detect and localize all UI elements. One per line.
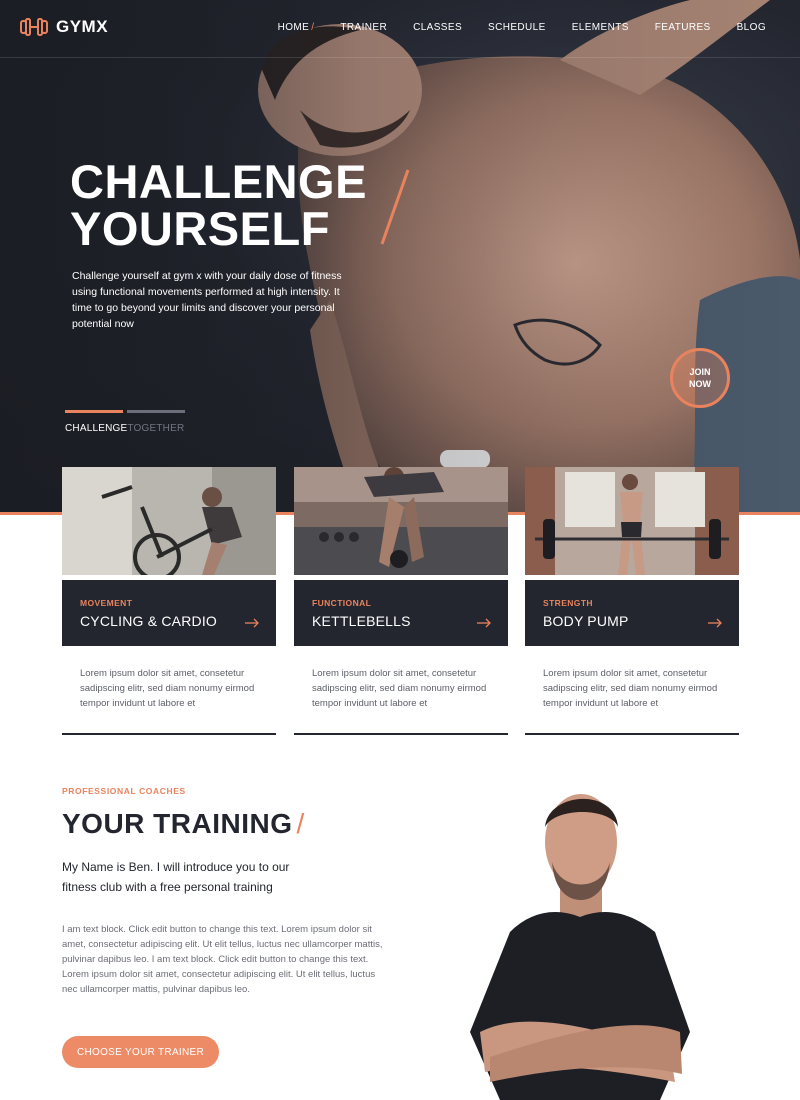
join-now-label: JOIN NOW [689, 367, 711, 389]
card-title: KETTLEBELLS [312, 613, 411, 629]
section-title-text: YOUR TRAINING [62, 808, 293, 839]
card-header: MOVEMENT CYCLING & CARDIO [62, 580, 276, 646]
class-card-body-pump[interactable]: STRENGTH BODY PUMP Lorem ipsum dolor sit… [525, 467, 739, 735]
trainer-image [470, 794, 690, 1100]
card-header: STRENGTH BODY PUMP [525, 580, 739, 646]
card-category: MOVEMENT [80, 598, 133, 608]
nav-item-elements[interactable]: ELEMENTS [572, 22, 629, 33]
tab-together[interactable]: TOGETHER [127, 423, 184, 434]
card-description: Lorem ipsum dolor sit amet, consetetur s… [312, 668, 487, 709]
card-divider [62, 733, 276, 735]
section-title: YOUR TRAINING / [62, 808, 305, 840]
card-divider [525, 733, 739, 735]
card-divider [294, 733, 508, 735]
nav-item-schedule[interactable]: SCHEDULE [488, 22, 546, 33]
choose-trainer-button[interactable]: CHOOSE YOUR TRAINER [62, 1036, 219, 1068]
class-card-kettlebells[interactable]: FUNCTIONAL KETTLEBELLS Lorem ipsum dolor… [294, 467, 508, 735]
top-navigation: GYMX HOME / TRAINER CLASSES SCHEDULE ELEM… [0, 0, 800, 58]
nav-item-label: HOME [277, 22, 310, 33]
tab-indicator-active[interactable] [65, 410, 123, 413]
arrow-right-icon[interactable] [476, 618, 492, 628]
card-category: STRENGTH [543, 598, 593, 608]
card-title: BODY PUMP [543, 613, 629, 629]
card-title: CYCLING & CARDIO [80, 613, 217, 629]
tab-indicator[interactable] [127, 410, 185, 413]
logo-text: GYMX [56, 17, 109, 36]
slash-decoration [380, 169, 410, 245]
choose-trainer-label: CHOOSE YOUR TRAINER [76, 1046, 205, 1058]
arrow-right-icon[interactable] [707, 618, 723, 628]
hero-section: GYMX HOME / TRAINER CLASSES SCHEDULE ELEM… [0, 0, 800, 515]
join-now-button[interactable]: JOIN NOW [670, 348, 730, 408]
nav-item-trainer[interactable]: TRAINER [340, 22, 387, 33]
training-intro: My Name is Ben. I will introduce you to … [62, 860, 290, 894]
hero-title-line: YOURSELF [70, 202, 330, 255]
hero-tab-indicators [65, 410, 185, 413]
card-description: Lorem ipsum dolor sit amet, consetetur s… [543, 668, 718, 709]
hero-description: Challenge yourself at gym x with your da… [72, 270, 342, 330]
hero-title-line: CHALLENGE [70, 155, 367, 208]
arrow-right-icon[interactable] [244, 618, 260, 628]
nav-item-classes[interactable]: CLASSES [413, 22, 462, 33]
logo[interactable]: GYMX [20, 17, 108, 37]
cycling-image [62, 467, 276, 581]
nav-item-blog[interactable]: BLOG [737, 22, 766, 33]
hero-athlete-image [0, 0, 800, 515]
class-card-cycling[interactable]: MOVEMENT CYCLING & CARDIO Lorem ipsum do… [62, 467, 276, 735]
card-category: FUNCTIONAL [312, 598, 372, 608]
card-description: Lorem ipsum dolor sit amet, consetetur s… [80, 668, 255, 709]
card-header: FUNCTIONAL KETTLEBELLS [294, 580, 508, 646]
nav-menu: HOME / TRAINER CLASSES SCHEDULE ELEMENTS … [278, 22, 766, 33]
hero-tab-labels: CHALLENGETOGETHER [65, 423, 185, 434]
dumbbell-icon [20, 18, 48, 36]
tab-challenge[interactable]: CHALLENGE [65, 423, 127, 434]
training-body-text: I am text block. Click edit button to ch… [62, 924, 383, 995]
hero-title: CHALLENGE YOURSELF [70, 158, 367, 252]
nav-item-home[interactable]: HOME / [278, 22, 315, 33]
kettlebells-image [294, 467, 508, 575]
nav-item-features[interactable]: FEATURES [655, 22, 711, 33]
hero-slider-tabs: CHALLENGETOGETHER [65, 410, 185, 434]
body-pump-image [525, 467, 739, 575]
nav-active-indicator: / [311, 22, 315, 33]
title-slash: / [296, 808, 305, 839]
section-label: PROFESSIONAL COACHES [62, 786, 186, 796]
